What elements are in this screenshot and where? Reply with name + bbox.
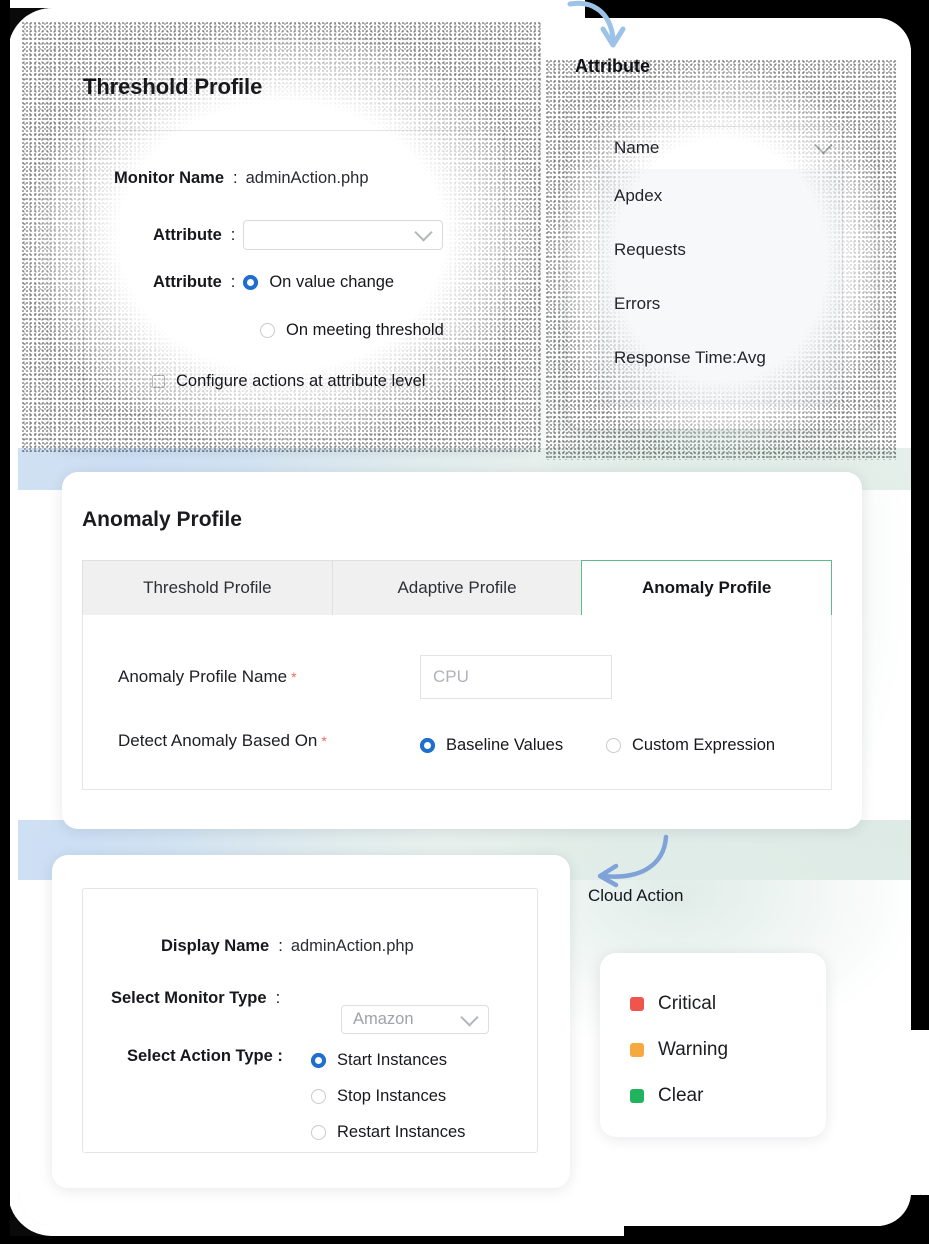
configure-actions-checkbox[interactable] [152,375,165,388]
anomaly-profile-name-input[interactable]: CPU [420,655,612,699]
radio-on-value-change-label: On value change [269,273,395,291]
cloud-action-callout-label: Cloud Action [588,886,684,905]
radio-restart-instances[interactable] [311,1125,326,1140]
attribute-colon: : [230,225,236,244]
radio-custom-expression-label: Custom Expression [632,736,776,754]
critical-color-swatch [630,997,644,1011]
radio-on-meeting-threshold[interactable] [260,323,275,338]
attribute-callout-label: Attribute [575,56,650,76]
severity-legend-card: Critical Warning Clear [600,953,826,1137]
display-name-row: Display Name : adminAction.php [161,937,414,956]
warning-color-swatch [630,1043,644,1057]
legend-label-clear: Clear [658,1085,704,1106]
legend-row-warning: Warning [630,1039,728,1061]
display-name-value: adminAction.php [290,937,414,955]
threshold-profile-card: Threshold Profile Monitor Name : adminAc… [52,44,536,448]
display-name-label: Display Name [161,937,270,955]
cloud-action-card: Display Name : adminAction.php Select Mo… [52,855,570,1188]
anomaly-profile-name-required: * [291,669,297,685]
tab-anomaly-profile[interactable]: Anomaly Profile [581,560,833,616]
detect-baseline-option: Baseline Values [419,736,564,755]
monitor-type-row: Select Monitor Type : [111,989,288,1008]
anomaly-profile-name-label: Anomaly Profile Name [118,667,288,686]
radio-baseline-values[interactable] [419,737,435,753]
attribute-dropdown-select[interactable]: Name [598,126,843,170]
attribute-mode-row: Attribute : On value change [153,273,394,292]
attribute-select-row: Attribute : [153,220,444,250]
threshold-profile-fieldset: Monitor Name : adminAction.php Attribute… [83,130,505,415]
anomaly-profile-name-placeholder: CPU [433,667,469,686]
legend-row-clear: Clear [630,1085,703,1107]
clear-color-swatch [630,1089,644,1103]
radio-start-instances[interactable] [310,1052,326,1068]
action-type-row: Select Action Type : [127,1047,283,1066]
artifact-block-bottom-edge [0,1236,929,1244]
legend-label-warning: Warning [658,1039,729,1060]
attribute-dropdown-card: Name Apdex Requests Errors Response Time… [568,99,874,429]
attribute-select[interactable] [243,220,444,250]
radio-start-instances-label: Start Instances [337,1051,448,1069]
monitor-name-colon: : [233,169,238,187]
monitor-name-value: adminAction.php [245,169,369,187]
detect-custom-option: Custom Expression [606,736,775,755]
threshold-profile-title: Threshold Profile [83,74,263,99]
attribute-mode-colon: : [230,273,236,291]
artifact-block-left-edge [0,0,10,1244]
chevron-down-icon [460,1007,479,1027]
display-name-colon: : [278,937,283,955]
action-type-label: Select Action Type : [127,1047,283,1065]
anomaly-profile-title: Anomaly Profile [82,508,242,531]
radio-custom-expression[interactable] [606,738,621,753]
action-option-stop: Stop Instances [311,1087,446,1106]
tab-adaptive-profile[interactable]: Adaptive Profile [331,560,582,616]
monitor-name-label: Monitor Name [114,169,225,187]
chevron-down-icon [414,223,434,242]
dropdown-option-errors[interactable]: Errors [599,277,842,331]
attribute-dropdown-options-list[interactable]: Apdex Requests Errors Response Time:Avg [598,169,843,404]
cloud-action-fieldset: Display Name : adminAction.php Select Mo… [82,888,538,1153]
monitor-type-value: Amazon [353,1010,414,1028]
dropdown-option-requests[interactable]: Requests [599,223,842,277]
cloud-action-callout-arrow-icon [597,834,669,888]
screenshot-root: Threshold Profile Monitor Name : adminAc… [0,0,929,1244]
radio-stop-instances-label: Stop Instances [337,1087,447,1105]
radio-stop-instances[interactable] [311,1089,326,1104]
attribute-label: Attribute [153,225,222,244]
radio-on-meeting-threshold-label: On meeting threshold [286,321,444,339]
monitor-name-row: Monitor Name : adminAction.php [114,169,369,188]
radio-restart-instances-label: Restart Instances [337,1123,466,1141]
configure-actions-label: Configure actions at attribute level [176,372,426,390]
action-option-restart: Restart Instances [311,1123,465,1142]
radio-on-value-change[interactable] [242,274,259,290]
radio-baseline-values-label: Baseline Values [446,736,564,754]
action-option-start: Start Instances [310,1051,448,1070]
monitor-type-label: Select Monitor Type [111,989,267,1007]
legend-row-critical: Critical [630,993,716,1015]
attribute-dropdown-selected-value: Name [614,138,660,157]
detect-anomaly-label: Detect Anomaly Based On [118,731,318,750]
chevron-down-icon [814,136,833,155]
anomaly-profile-card: Anomaly Profile Threshold Profile Adapti… [62,472,862,829]
attribute-callout-arrow-icon [567,0,626,48]
anomaly-profile-tabpanel [82,615,832,790]
attribute-mode-row-2: On meeting threshold [260,321,444,340]
detect-anomaly-required: * [321,733,327,749]
configure-actions-row: Configure actions at attribute level [152,372,425,391]
detect-anomaly-row: Detect Anomaly Based On * [118,731,327,751]
dropdown-option-response-time-avg[interactable]: Response Time:Avg [599,331,842,385]
attribute-mode-label: Attribute [153,273,222,291]
tab-threshold-profile[interactable]: Threshold Profile [82,560,332,616]
anomaly-profile-name-row: Anomaly Profile Name * [118,667,297,687]
monitor-type-select[interactable]: Amazon [341,1005,489,1034]
legend-label-critical: Critical [658,993,717,1014]
dropdown-option-apdex[interactable]: Apdex [599,169,842,223]
anomaly-profile-tabstrip: Threshold Profile Adaptive Profile Anoma… [82,560,833,616]
monitor-type-colon: : [275,989,281,1007]
